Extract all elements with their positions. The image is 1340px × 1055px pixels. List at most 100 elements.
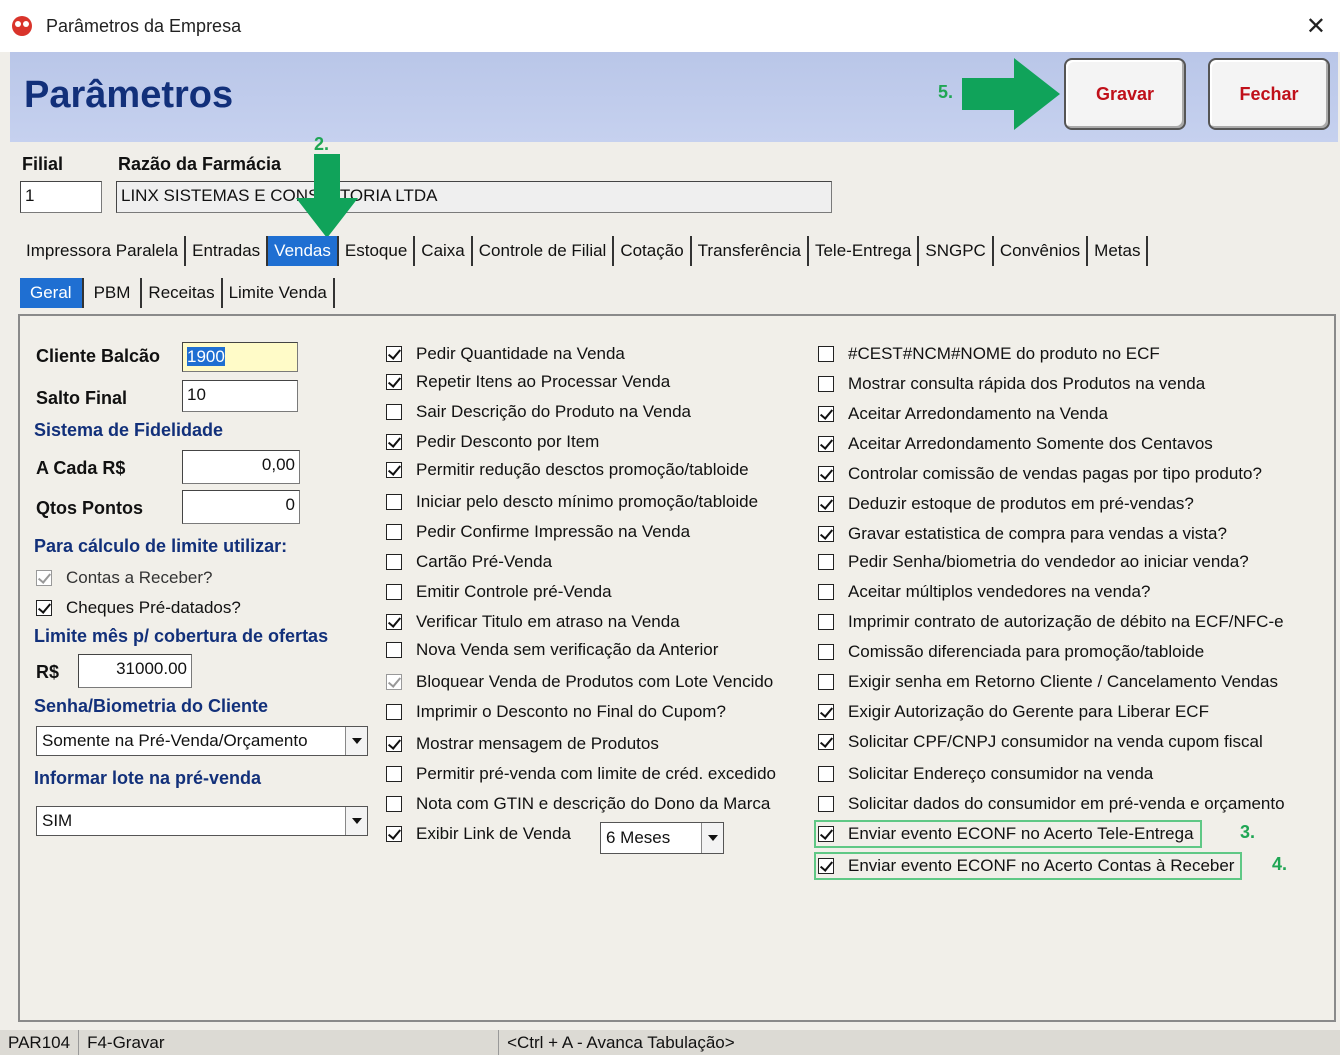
cliente-balcao-input[interactable]: 1900 — [182, 342, 298, 372]
econf-contas-receber-checkbox[interactable]: Enviar evento ECONF no Acerto Contas à R… — [813, 852, 1243, 880]
tab-cotacao[interactable]: Cotação — [614, 236, 692, 266]
imprimir-contrato-checkbox[interactable]: Imprimir contrato de autorização de débi… — [818, 612, 1284, 632]
chevron-down-icon — [345, 727, 367, 755]
pedir-confirme-impressao-checkbox[interactable]: Pedir Confirme Impressão na Venda — [386, 522, 690, 542]
tab-convenios[interactable]: Convênios — [994, 236, 1089, 266]
tab-impressora-paralela[interactable]: Impressora Paralela — [20, 236, 187, 266]
window-titlebar: Parâmetros da Empresa ✕ — [0, 0, 1340, 52]
annotation-step-2: 2. — [314, 134, 330, 154]
tab-vendas[interactable]: Vendas — [268, 236, 339, 266]
consulta-rapida-checkbox[interactable]: Mostrar consulta rápida dos Produtos na … — [818, 374, 1205, 394]
calculo-limite-heading: Para cálculo de limite utilizar: — [34, 536, 288, 556]
annotation-step-5: 5. — [938, 82, 954, 102]
senha-biometria-select[interactable]: Somente na Pré-Venda/Orçamento — [36, 726, 368, 756]
tab-pbm[interactable]: PBM — [84, 278, 143, 308]
iniciar-descto-minimo-checkbox[interactable]: Iniciar pelo descto mínimo promoção/tabl… — [386, 492, 758, 512]
exigir-autorizacao-gerente-checkbox[interactable]: Exigir Autorização do Gerente para Liber… — [818, 702, 1209, 722]
solicitar-dados-consumidor-checkbox[interactable]: Solicitar dados do consumidor em pré-ven… — [818, 794, 1285, 814]
lote-prevenda-heading: Informar lote na pré-venda — [34, 768, 262, 788]
fechar-button[interactable]: Fechar — [1208, 58, 1330, 130]
sub-tabs: Geral PBM Receitas Limite Venda — [20, 278, 335, 308]
limite-rs-input[interactable]: 31000.00 — [78, 654, 192, 688]
pedir-quantidade-checkbox[interactable]: Pedir Quantidade na Venda — [386, 344, 625, 364]
geral-panel: Cliente Balcão 1900 Salto Final 10 Siste… — [18, 314, 1336, 1022]
repetir-itens-checkbox[interactable]: Repetir Itens ao Processar Venda — [386, 372, 670, 392]
annotation-step-4: 4. — [1272, 854, 1288, 874]
econf-tele-entrega-checkbox[interactable]: Enviar evento ECONF no Acerto Tele-Entre… — [814, 820, 1202, 848]
annotation-step-3: 3. — [1240, 822, 1256, 842]
annotation-arrow-right-icon — [962, 58, 1060, 130]
status-code: PAR104 — [0, 1030, 80, 1055]
arredondamento-centavos-checkbox[interactable]: Aceitar Arredondamento Somente dos Centa… — [818, 434, 1213, 454]
exibir-link-venda-checkbox[interactable]: Exibir Link de Venda — [386, 824, 571, 844]
deduzir-estoque-checkbox[interactable]: Deduzir estoque de produtos em pré-venda… — [818, 494, 1194, 514]
aceitar-arredondamento-checkbox[interactable]: Aceitar Arredondamento na Venda — [818, 404, 1108, 424]
header-banner: Parâmetros Gravar Fechar — [10, 52, 1338, 142]
solicitar-cpf-checkbox[interactable]: Solicitar CPF/CNPJ consumidor na venda c… — [818, 732, 1263, 752]
tab-caixa[interactable]: Caixa — [415, 236, 473, 266]
tab-metas[interactable]: Metas — [1088, 236, 1149, 266]
sair-descricao-checkbox[interactable]: Sair Descrição do Produto na Venda — [386, 402, 691, 422]
tab-limite-venda[interactable]: Limite Venda — [223, 278, 335, 308]
lote-prevenda-select[interactable]: SIM — [36, 806, 368, 836]
nova-venda-checkbox[interactable]: Nova Venda sem verificação da Anterior — [386, 640, 718, 660]
tab-geral[interactable]: Geral — [20, 278, 84, 308]
a-cada-input[interactable]: 0,00 — [182, 450, 300, 484]
tab-transferencia[interactable]: Transferência — [692, 236, 809, 266]
filial-label: Filial — [22, 154, 64, 174]
chevron-down-icon — [701, 823, 723, 853]
bloquear-lote-vencido-checkbox[interactable]: Bloquear Venda de Produtos com Lote Venc… — [386, 672, 773, 692]
pedir-desconto-item-checkbox[interactable]: Pedir Desconto por Item — [386, 432, 599, 452]
comissao-diferenciada-checkbox[interactable]: Comissão diferenciada para promoção/tabl… — [818, 642, 1204, 662]
tab-receitas[interactable]: Receitas — [142, 278, 223, 308]
contas-receber-checkbox[interactable]: Contas a Receber? — [36, 568, 212, 588]
qtos-pontos-input[interactable]: 0 — [182, 490, 300, 524]
tab-tele-entrega[interactable]: Tele-Entrega — [809, 236, 920, 266]
tab-entradas[interactable]: Entradas — [186, 236, 269, 266]
tab-controle-de-filial[interactable]: Controle de Filial — [473, 236, 615, 266]
solicitar-endereco-checkbox[interactable]: Solicitar Endereço consumidor na venda — [818, 764, 1153, 784]
fidelidade-heading: Sistema de Fidelidade — [34, 420, 224, 440]
permitir-reducao-checkbox[interactable]: Permitir redução desctos promoção/tabloi… — [386, 460, 749, 480]
permitir-prevenda-limite-checkbox[interactable]: Permitir pré-venda com limite de créd. e… — [386, 764, 776, 784]
main-tabs: Impressora Paralela Entradas Vendas Esto… — [20, 236, 1149, 266]
multiplos-vendedores-checkbox[interactable]: Aceitar múltiplos vendedores na venda? — [818, 582, 1150, 602]
status-shortcut-hint: F4-Gravar — [79, 1030, 500, 1055]
nota-gtin-checkbox[interactable]: Nota com GTIN e descrição do Dono da Mar… — [386, 794, 770, 814]
cliente-balcao-label: Cliente Balcão — [36, 346, 161, 366]
chevron-down-icon — [345, 807, 367, 835]
a-cada-label: A Cada R$ — [36, 458, 126, 478]
cheques-predatados-checkbox[interactable]: Cheques Pré-datados? — [36, 598, 241, 618]
status-tab-hint: <Ctrl + A - Avanca Tabulação> — [507, 1033, 735, 1052]
app-logo-icon — [12, 16, 32, 36]
window-title: Parâmetros da Empresa — [46, 15, 242, 36]
razao-label: Razão da Farmácia — [118, 154, 282, 174]
rs-label: R$ — [36, 662, 60, 682]
filial-input[interactable]: 1 — [20, 181, 102, 213]
tab-sngpc[interactable]: SNGPC — [919, 236, 994, 266]
gravar-estatistica-checkbox[interactable]: Gravar estatistica de compra para vendas… — [818, 524, 1227, 544]
gravar-button[interactable]: Gravar — [1064, 58, 1186, 130]
cartao-prevenda-checkbox[interactable]: Cartão Pré-Venda — [386, 552, 552, 572]
cest-ncm-checkbox[interactable]: #CEST#NCM#NOME do produto no ECF — [818, 344, 1160, 364]
status-bar: PAR104 F4-Gravar <Ctrl + A - Avanca Tabu… — [0, 1030, 1340, 1055]
verificar-titulo-checkbox[interactable]: Verificar Titulo em atraso na Venda — [386, 612, 680, 632]
senha-biometria-heading: Senha/Biometria do Cliente — [34, 696, 269, 716]
razao-input[interactable]: LINX SISTEMAS E CONSULTORIA LTDA — [116, 181, 832, 213]
link-venda-periodo-select[interactable]: 6 Meses — [600, 822, 724, 854]
pedir-senha-vendedor-checkbox[interactable]: Pedir Senha/biometria do vendedor ao ini… — [818, 552, 1249, 572]
salto-final-input[interactable]: 10 — [182, 380, 298, 412]
controlar-comissao-checkbox[interactable]: Controlar comissão de vendas pagas por t… — [818, 464, 1262, 484]
exigir-senha-retorno-checkbox[interactable]: Exigir senha em Retorno Cliente / Cancel… — [818, 672, 1278, 692]
annotation-arrow-down-icon — [296, 154, 358, 238]
qtos-pontos-label: Qtos Pontos — [36, 498, 143, 518]
close-icon[interactable]: ✕ — [1306, 12, 1326, 41]
tab-estoque[interactable]: Estoque — [339, 236, 416, 266]
cliente-balcao-value: 1900 — [187, 347, 225, 366]
limite-ofertas-heading: Limite mês p/ cobertura de ofertas — [34, 626, 329, 646]
page-title: Parâmetros — [24, 74, 234, 116]
emitir-controle-prevenda-checkbox[interactable]: Emitir Controle pré-Venda — [386, 582, 612, 602]
salto-final-label: Salto Final — [36, 388, 128, 408]
mostrar-mensagem-checkbox[interactable]: Mostrar mensagem de Produtos — [386, 734, 659, 754]
imprimir-desconto-checkbox[interactable]: Imprimir o Desconto no Final do Cupom? — [386, 702, 726, 722]
